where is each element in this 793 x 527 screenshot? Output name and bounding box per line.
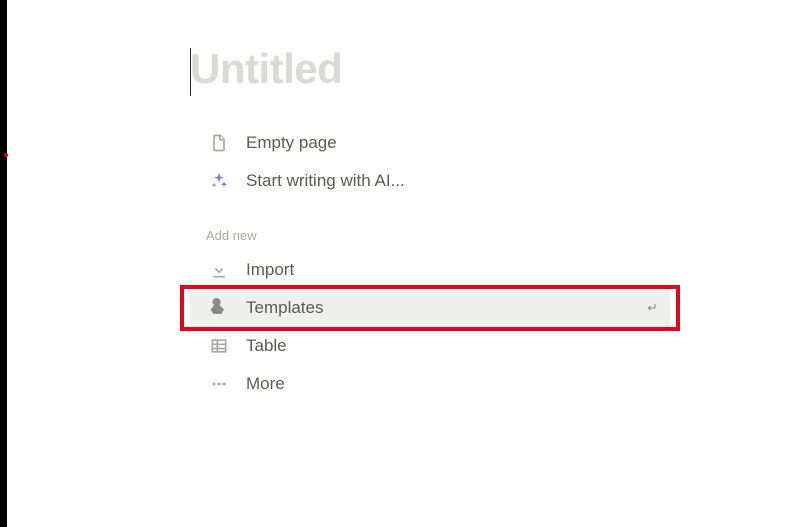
option-templates[interactable]: Templates [190,289,670,327]
new-page-panel: Untitled Empty page Start writing with A… [190,48,670,403]
option-label: Templates [246,298,642,318]
option-label: Import [246,260,660,280]
more-icon [208,373,230,395]
quick-options: Empty page Start writing with AI... [190,124,670,200]
templates-icon [208,297,230,319]
option-more[interactable]: More [190,365,670,403]
option-label: Start writing with AI... [246,171,660,191]
add-new-options: Import Templates Table More [190,251,670,403]
page-title-input[interactable]: Untitled [190,48,670,102]
option-label: Table [246,336,660,356]
option-label: More [246,374,660,394]
option-label: Empty page [246,133,660,153]
page-icon [208,132,230,154]
sparkle-icon [208,170,230,192]
add-new-heading: Add new [190,228,670,251]
text-cursor [190,48,191,96]
annotation-dot [4,153,8,157]
title-placeholder: Untitled [190,48,670,90]
option-empty-page[interactable]: Empty page [190,124,670,162]
enter-icon [642,299,660,317]
option-table[interactable]: Table [190,327,670,365]
import-icon [208,259,230,281]
option-start-with-ai[interactable]: Start writing with AI... [190,162,670,200]
option-import[interactable]: Import [190,251,670,289]
window-left-edge [0,0,7,527]
table-icon [208,335,230,357]
